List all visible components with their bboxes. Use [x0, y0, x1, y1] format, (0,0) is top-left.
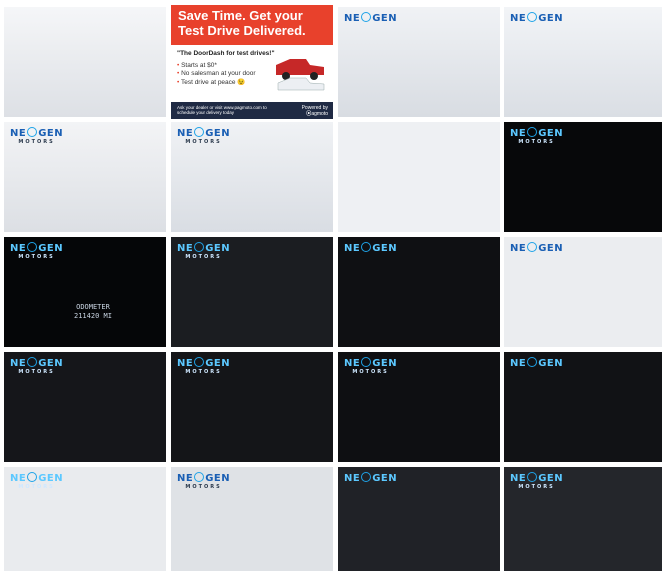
ad-bullet: No salesman at your door [177, 70, 255, 77]
dealer-logo: NE GEN MOTORS [177, 472, 231, 490]
pickup-truck-image [276, 59, 325, 91]
dealer-logo: NE GEN [344, 12, 398, 24]
photo-tile-4[interactable]: NE GEN [504, 7, 662, 117]
photo-tile-5[interactable]: NE GEN MOTORS [4, 122, 166, 232]
photo-tile-16[interactable]: NE GEN [504, 352, 662, 462]
ad-headline: Save Time. Get your Test Drive Delivered… [178, 8, 306, 38]
brand-x-icon [27, 472, 38, 482]
brand-x-icon [194, 357, 205, 367]
photo-tile-15[interactable]: NE GEN MOTORS [338, 352, 500, 462]
dealer-logo: NE GEN MOTORS [510, 127, 564, 145]
dealer-logo: NE GEN MOTORS [177, 357, 231, 375]
photo-tile-14[interactable]: NE GEN MOTORS [171, 352, 333, 462]
dealer-logo: NE GEN [510, 242, 564, 254]
ad-cta-text: Ask your dealer or visit www.pagmoto.com… [177, 105, 267, 115]
dealer-logo: NE GEN [510, 357, 564, 369]
brand-x-icon [527, 472, 538, 482]
ad-powered-by: Powered by ⦿agmoto [301, 105, 328, 117]
brand-x-icon [27, 127, 38, 137]
odometer-value: 211420 MI [74, 312, 112, 320]
brand-x-icon [194, 472, 205, 482]
ad-powered-brand: agmoto [311, 111, 328, 117]
dealer-logo: NE GEN [510, 12, 564, 24]
photo-tile-20[interactable]: NE GEN MOTORS [504, 467, 662, 571]
photo-tile-12[interactable]: NE GEN [504, 237, 662, 347]
brand-x-icon [527, 357, 538, 367]
brand-x-icon [361, 472, 372, 482]
photo-tile-2-ad[interactable]: Save Time. Get your Test Drive Delivered… [171, 5, 333, 119]
photo-tile-8[interactable]: NE GEN MOTORS [504, 122, 662, 232]
ad-bullets: Starts at $0* No salesman at your door T… [177, 61, 256, 87]
photo-tile-10[interactable]: NE GEN MOTORS [171, 237, 333, 347]
brand-x-icon [361, 357, 372, 367]
brand-x-icon [527, 242, 538, 252]
photo-tile-19[interactable]: NE GEN [338, 467, 500, 571]
dealer-logo: NE GEN MOTORS [177, 127, 231, 145]
photo-tile-17[interactable]: NE GEN MOTORS [4, 467, 166, 571]
ad-headline-line-1: Save Time. Get your [178, 8, 303, 23]
dealer-logo: NE GEN MOTORS [10, 472, 64, 490]
dealer-logo: NE GEN MOTORS [510, 472, 564, 490]
odometer-label: ODOMETER [76, 303, 110, 311]
photo-tile-9[interactable]: ⛽ ODOMETER 211420 MI NEGEN MOTORS [4, 237, 166, 347]
brand-x-icon [527, 12, 538, 22]
dealer-logo: NE GEN MOTORS [10, 127, 64, 145]
dealer-logo: NE GEN [344, 242, 398, 254]
brand-x-icon [361, 242, 372, 252]
brand-x-icon [194, 242, 205, 252]
brand-x-icon [194, 127, 205, 137]
ad-bullet: Starts at $0* [177, 62, 256, 69]
dealer-logo: NE GEN MOTORS [177, 242, 231, 260]
dealer-logo: NE GEN [344, 472, 398, 484]
photo-tile-7[interactable] [338, 122, 500, 232]
brand-x-icon [527, 127, 538, 137]
photo-tile-3[interactable]: NE GEN [338, 7, 500, 117]
odometer-readout: ODOMETER 211420 MI [74, 303, 112, 321]
photo-tile-18[interactable]: NE GEN MOTORS [171, 467, 333, 571]
dealer-logo: NE GEN MOTORS [344, 357, 398, 375]
photo-tile-1[interactable] [4, 7, 166, 117]
ad-footer: Ask your dealer or visit www.pagmoto.com… [171, 102, 333, 119]
photo-tile-6[interactable]: GMC NEGEN MOTORS [171, 122, 333, 232]
ad-bullet: Test drive at peace 😉 [177, 78, 256, 86]
dealer-logo: NE GEN MOTORS [10, 357, 64, 375]
brand-x-icon [27, 357, 38, 367]
photo-tile-13[interactable]: NE GEN MOTORS [4, 352, 166, 462]
ad-headline-line-2: Test Drive Delivered. [178, 23, 306, 38]
photo-gallery: Save Time. Get your Test Drive Delivered… [0, 0, 662, 571]
brand-x-icon [361, 12, 372, 22]
dealer-logo: NE GEN MOTORS [10, 242, 64, 260]
photo-tile-11[interactable]: NE GEN [338, 237, 500, 347]
brand-x-icon [27, 242, 38, 252]
